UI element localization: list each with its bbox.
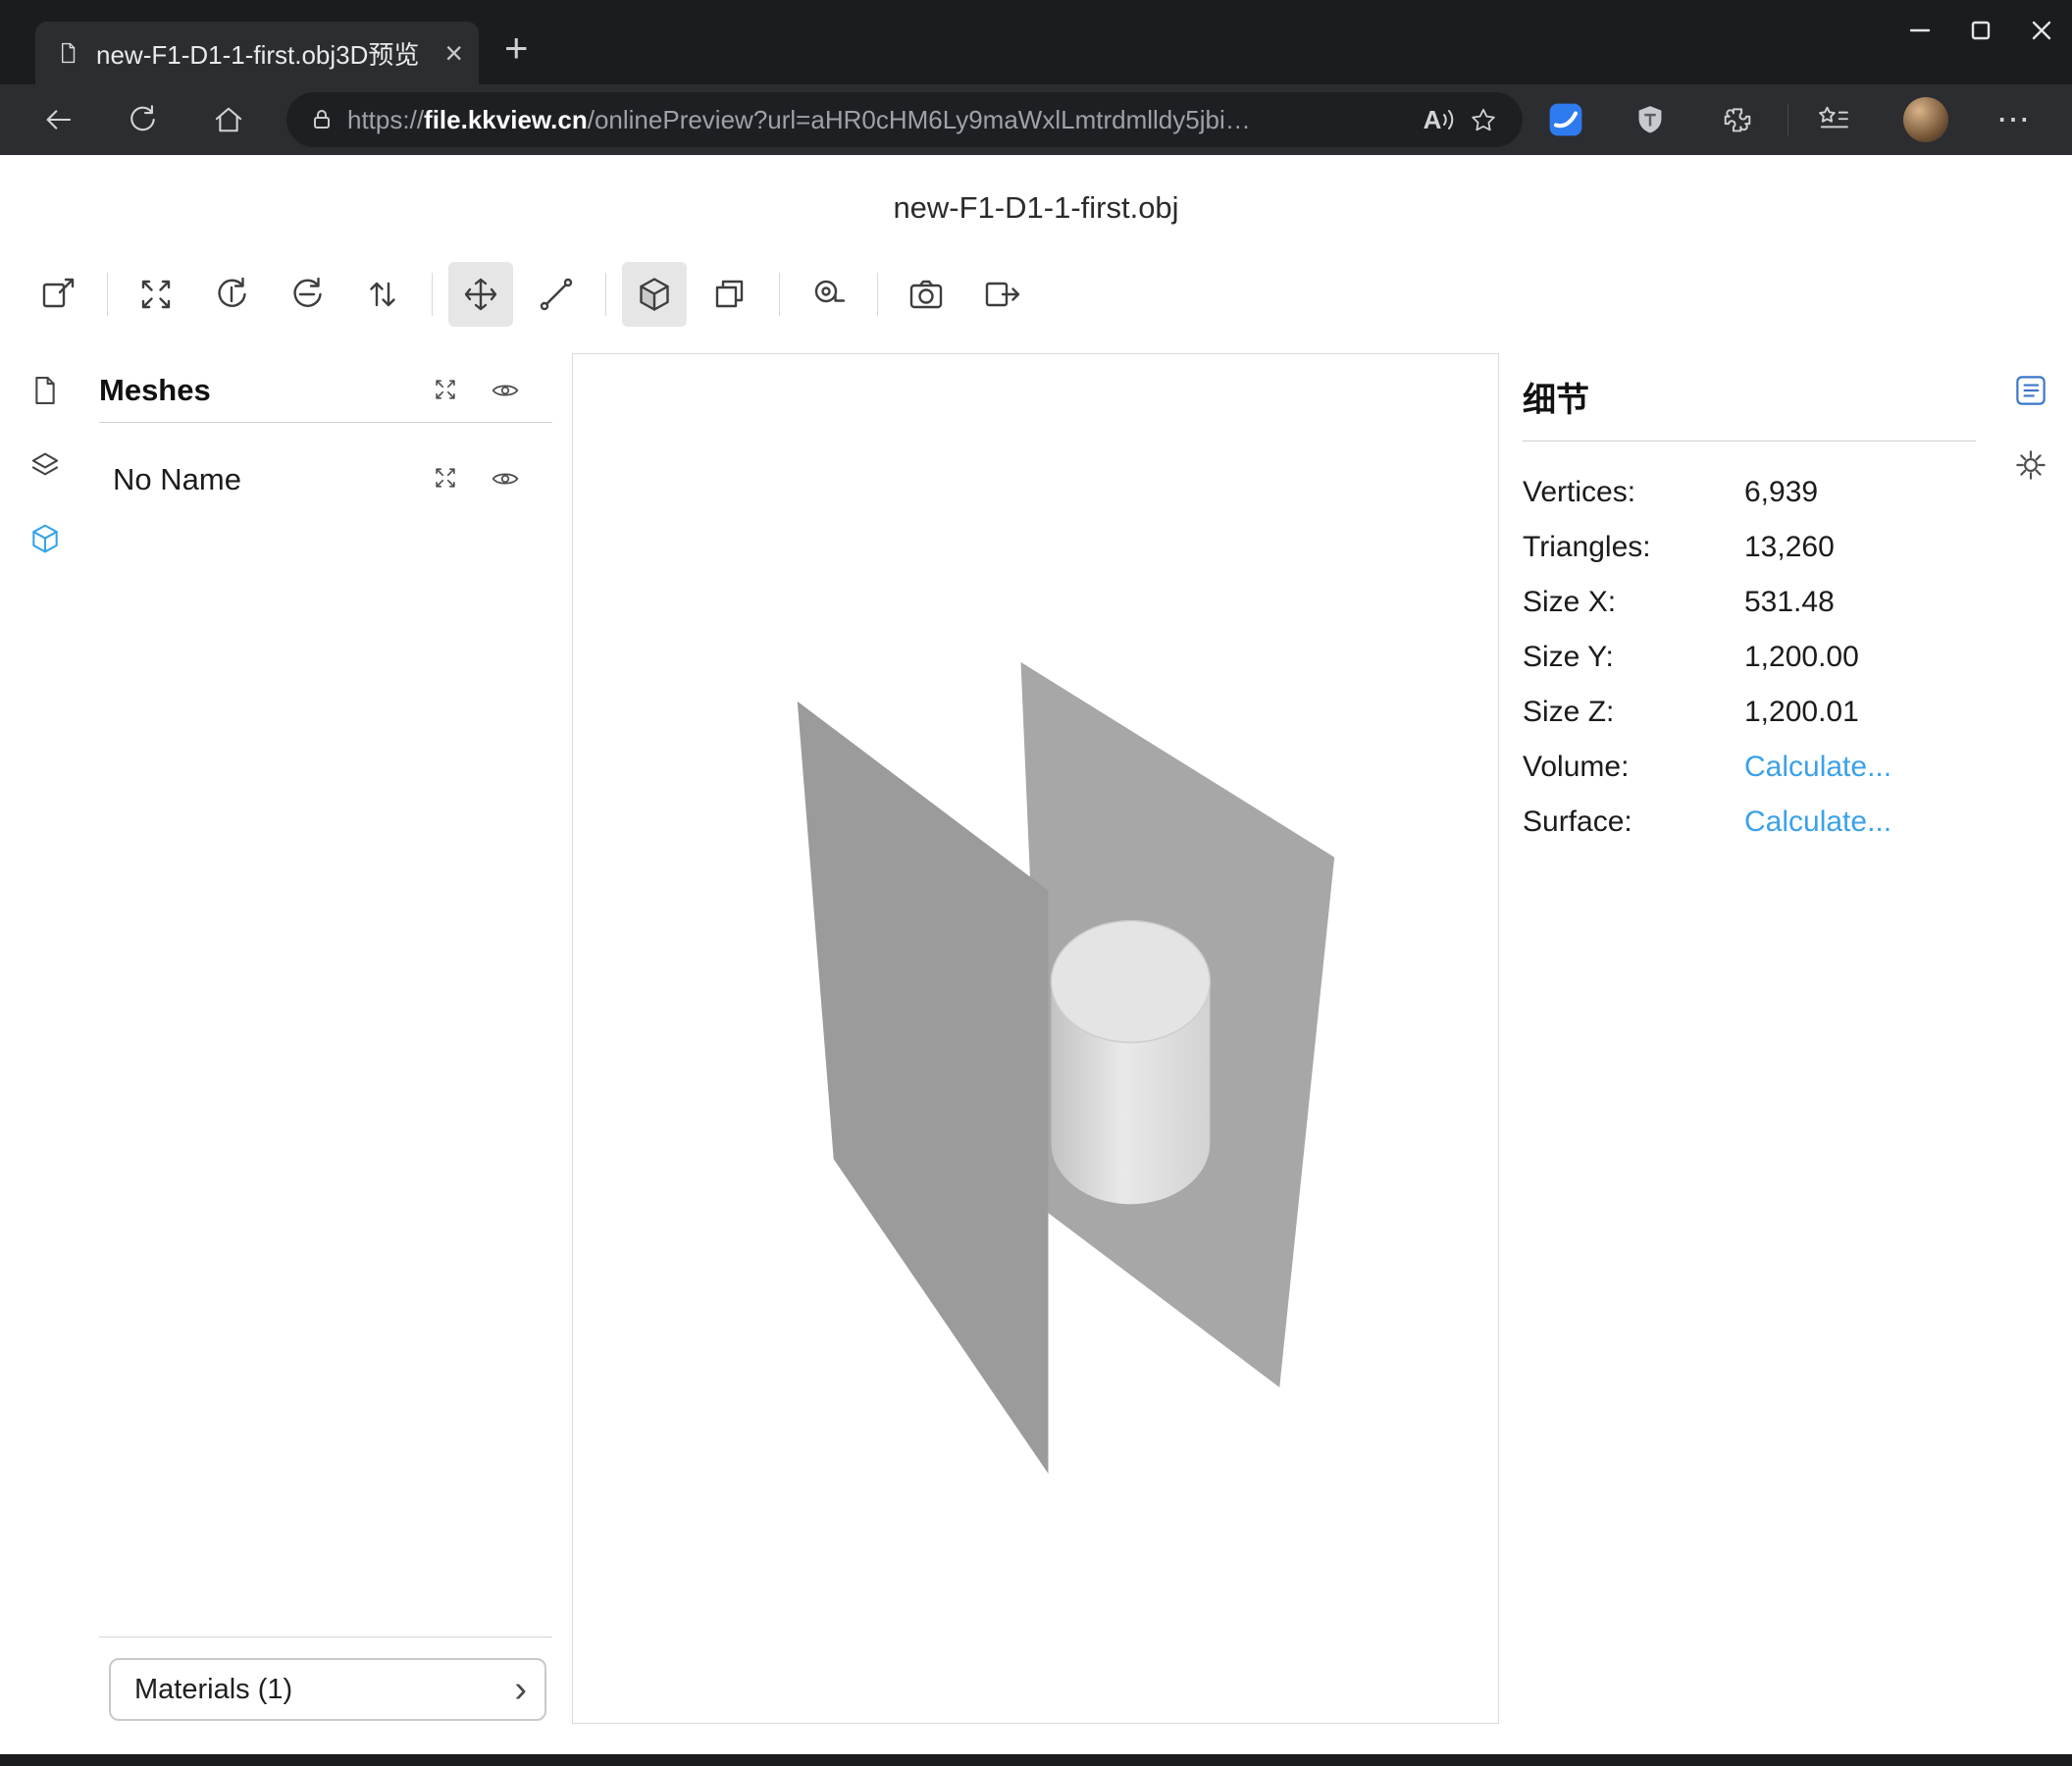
toolbar-divider bbox=[605, 273, 606, 316]
browser-menu-icon[interactable]: ⋯ bbox=[1992, 97, 2037, 142]
url-text[interactable]: https://file.kkview.cn/onlinePreview?url… bbox=[347, 105, 1419, 135]
calculate-surface-link[interactable]: Calculate... bbox=[1744, 805, 1891, 839]
mesh-item-name: No Name bbox=[113, 462, 241, 496]
avatar[interactable] bbox=[1903, 97, 1948, 142]
browser-navbar: https://file.kkview.cn/onlinePreview?url… bbox=[0, 84, 2072, 155]
navbar-divider bbox=[1787, 104, 1788, 135]
measure-icon[interactable] bbox=[796, 262, 860, 327]
export-icon[interactable] bbox=[969, 262, 1034, 327]
screenshot-icon[interactable] bbox=[894, 262, 958, 327]
detail-row-volume: Volume: Calculate... bbox=[1523, 740, 1976, 795]
fit-view-icon[interactable] bbox=[124, 262, 188, 327]
browser-titlebar: new-F1-D1-1-first.obj3D预览 × + bbox=[0, 0, 2072, 84]
expand-all-icon[interactable] bbox=[431, 375, 460, 404]
detail-row-size-z: Size Z: 1,200.01 bbox=[1523, 685, 1976, 740]
page-title: new-F1-D1-1-first.obj bbox=[0, 190, 2072, 226]
detail-row-vertices: Vertices: 6,939 bbox=[1523, 465, 1976, 520]
materials-icon[interactable] bbox=[22, 441, 69, 488]
zoom-to-mesh-icon[interactable] bbox=[431, 463, 460, 493]
meshes-panel: Meshes No Name Materials (1) › bbox=[99, 363, 552, 1727]
tab-title: new-F1-D1-1-first.obj3D预览 bbox=[96, 35, 437, 72]
details-header: 细节 bbox=[1523, 373, 1976, 421]
orthographic-view-icon[interactable] bbox=[698, 262, 762, 327]
detail-row-size-x: Size X: 531.48 bbox=[1523, 575, 1976, 630]
calculate-volume-link[interactable]: Calculate... bbox=[1744, 751, 1891, 784]
settings-gear-icon[interactable] bbox=[2007, 442, 2054, 489]
refresh-icon[interactable] bbox=[120, 97, 165, 142]
file-info-icon[interactable] bbox=[22, 367, 69, 414]
materials-button[interactable]: Materials (1) › bbox=[109, 1658, 546, 1721]
panel-divider bbox=[99, 1636, 552, 1637]
favorites-bar-icon[interactable] bbox=[1811, 97, 1856, 142]
window-maximize-icon[interactable] bbox=[1950, 0, 2011, 61]
model-viewport[interactable] bbox=[572, 353, 1499, 1724]
tab-file-icon bbox=[55, 40, 80, 66]
extensions-puzzle-icon[interactable] bbox=[1715, 97, 1760, 142]
home-icon[interactable] bbox=[206, 97, 251, 142]
detail-row-triangles: Triangles: 13,260 bbox=[1523, 520, 1976, 575]
window-bottom-edge bbox=[0, 1754, 2072, 1766]
rotate-x-icon[interactable] bbox=[275, 262, 339, 327]
window-close-icon[interactable] bbox=[2011, 0, 2072, 61]
properties-list-icon[interactable] bbox=[2007, 367, 2054, 414]
meshes-panel-title: Meshes bbox=[99, 373, 211, 407]
mesh-visibility-icon[interactable] bbox=[490, 463, 521, 494]
cylinder bbox=[1051, 921, 1210, 1205]
model-3d-render bbox=[573, 354, 1498, 1723]
mesh-list-item[interactable]: No Name bbox=[99, 448, 552, 511]
chevron-right-icon: › bbox=[514, 1671, 527, 1708]
toolbar-divider bbox=[107, 273, 108, 316]
move-icon[interactable] bbox=[448, 262, 513, 327]
detail-row-size-y: Size Y: 1,200.00 bbox=[1523, 630, 1976, 685]
preview-page: new-F1-D1-1-first.obj bbox=[0, 155, 2072, 1754]
window-minimize-icon[interactable] bbox=[1890, 0, 1950, 61]
panel-divider bbox=[99, 422, 552, 423]
lock-icon[interactable] bbox=[310, 108, 334, 131]
new-tab-icon[interactable]: + bbox=[504, 27, 529, 69]
browser-tab[interactable]: new-F1-D1-1-first.obj3D预览 × bbox=[35, 22, 479, 84]
tab-close-icon[interactable]: × bbox=[444, 37, 463, 69]
shield-extension-icon[interactable] bbox=[1628, 97, 1673, 142]
details-panel: 细节 Vertices: 6,939 Triangles: 13,260 Siz… bbox=[1523, 373, 1976, 850]
materials-button-label: Materials (1) bbox=[134, 1674, 514, 1706]
extension-blue-icon[interactable] bbox=[1543, 97, 1588, 142]
rotate-y-icon[interactable] bbox=[199, 262, 264, 327]
panel-divider bbox=[1523, 441, 1976, 442]
perspective-view-icon[interactable] bbox=[622, 262, 687, 327]
polyline-icon[interactable] bbox=[524, 262, 589, 327]
back-icon[interactable] bbox=[35, 97, 80, 142]
detail-row-surface: Surface: Calculate... bbox=[1523, 795, 1976, 850]
toolbar-divider bbox=[432, 273, 433, 316]
toolbar-divider bbox=[779, 273, 780, 316]
plane-left bbox=[798, 701, 1049, 1474]
visibility-all-icon[interactable] bbox=[490, 375, 521, 406]
swap-vertical-icon[interactable] bbox=[350, 262, 415, 327]
address-bar[interactable]: https://file.kkview.cn/onlinePreview?url… bbox=[286, 92, 1523, 147]
meshes-icon[interactable] bbox=[22, 515, 69, 562]
read-aloud-icon[interactable]: A bbox=[1419, 98, 1462, 141]
viewer-toolbar bbox=[26, 255, 1045, 334]
open-file-icon[interactable] bbox=[26, 262, 90, 327]
toolbar-divider bbox=[877, 273, 878, 316]
favorite-star-icon[interactable] bbox=[1462, 98, 1505, 141]
